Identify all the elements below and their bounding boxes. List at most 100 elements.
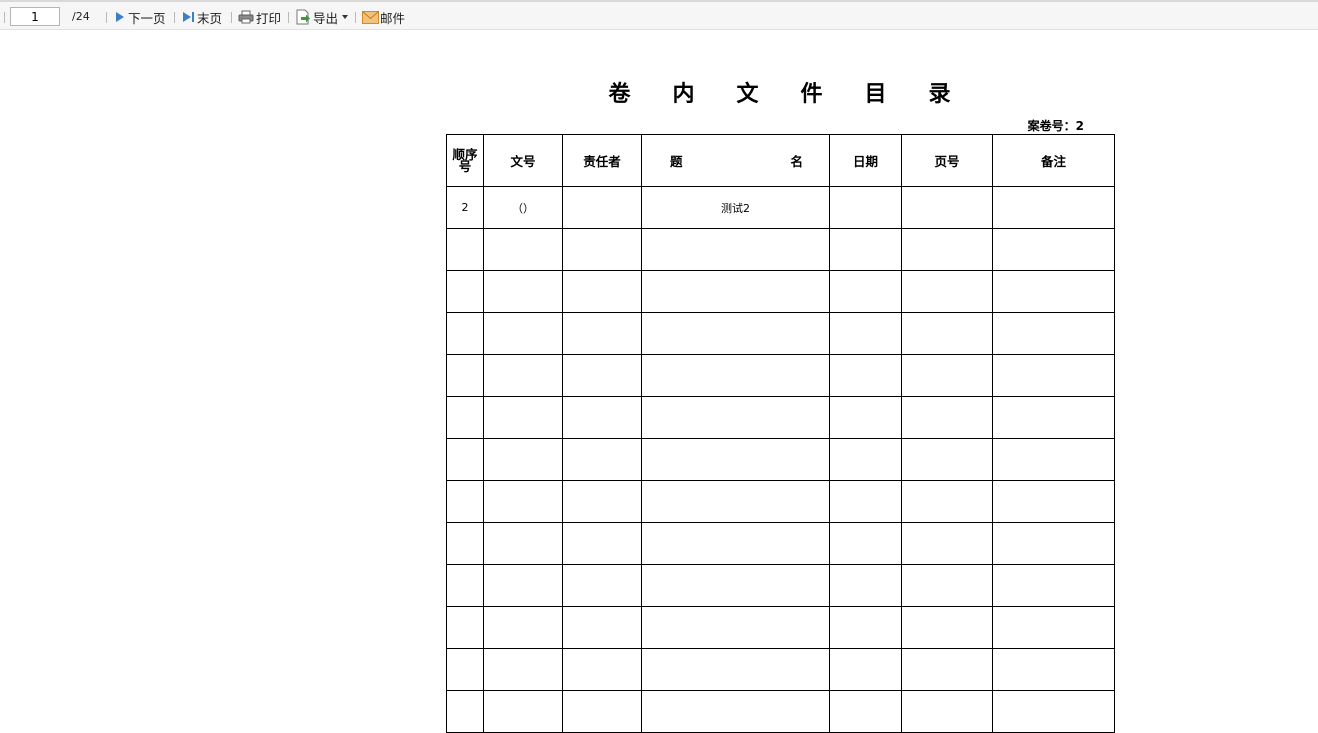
- toolbar-separator: [355, 12, 356, 23]
- cell-seq: [446, 522, 484, 565]
- cell-title: [641, 648, 830, 691]
- cell-responsible: [562, 438, 642, 481]
- last-page-label: 末页: [197, 10, 223, 26]
- toolbar-separator: [174, 12, 175, 23]
- cell-date: [829, 228, 902, 271]
- total-pages: /24: [72, 10, 90, 23]
- cell-page-no: [901, 480, 993, 523]
- cell-remarks: [992, 438, 1115, 481]
- cell-seq: [446, 480, 484, 523]
- cell-date: [829, 354, 902, 397]
- cell-seq: [446, 312, 484, 355]
- cell-responsible: [562, 270, 642, 313]
- cell-seq: 2: [446, 186, 484, 229]
- cell-date: [829, 396, 902, 439]
- table-row: [446, 522, 1115, 565]
- cell-remarks: [992, 480, 1115, 523]
- toolbar-separator: [288, 12, 289, 23]
- cell-title: [641, 312, 830, 355]
- next-page-button[interactable]: 下一页: [115, 8, 166, 26]
- cell-page-no: [901, 186, 993, 229]
- cell-page-no: [901, 648, 993, 691]
- cell-seq: [446, 690, 484, 733]
- cell-responsible: [562, 690, 642, 733]
- cell-responsible: [562, 522, 642, 565]
- cell-page-no: [901, 564, 993, 607]
- cell-doc-no: [483, 606, 563, 649]
- cell-page-no: [901, 438, 993, 481]
- cell-title: [641, 270, 830, 313]
- cell-date: [829, 186, 902, 229]
- cell-remarks: [992, 270, 1115, 313]
- table-row: [446, 648, 1115, 691]
- caret-down-icon[interactable]: [342, 15, 349, 19]
- mail-button[interactable]: 邮件: [362, 8, 405, 26]
- cell-date: [829, 606, 902, 649]
- cell-date: [829, 480, 902, 523]
- export-label: 导出: [313, 10, 339, 26]
- cell-doc-no: （）: [483, 186, 563, 229]
- table-row: [446, 354, 1115, 397]
- cell-page-no: [901, 312, 993, 355]
- mail-label: 邮件: [380, 10, 406, 26]
- cell-doc-no: [483, 312, 563, 355]
- cell-title: [641, 354, 830, 397]
- cell-seq: [446, 270, 484, 313]
- cell-doc-no: [483, 648, 563, 691]
- cell-title: 测试2: [641, 186, 830, 229]
- cell-responsible: [562, 354, 642, 397]
- print-button[interactable]: 打印: [238, 8, 281, 26]
- printer-icon: [238, 10, 254, 24]
- cell-seq: [446, 648, 484, 691]
- cell-doc-no: [483, 396, 563, 439]
- cell-remarks: [992, 228, 1115, 271]
- cell-page-no: [901, 396, 993, 439]
- page-number-input[interactable]: [10, 7, 60, 26]
- cell-remarks: [992, 312, 1115, 355]
- last-page-button[interactable]: 末页: [182, 8, 222, 26]
- toolbar-separator: [4, 12, 5, 23]
- cell-remarks: [992, 648, 1115, 691]
- cell-date: [829, 312, 902, 355]
- header-responsible: 责任者: [562, 134, 642, 187]
- cell-doc-no: [483, 690, 563, 733]
- cell-title: [641, 228, 830, 271]
- volume-number-label: 案卷号：: [1027, 119, 1076, 133]
- cell-date: [829, 648, 902, 691]
- export-button[interactable]: 导出: [295, 8, 349, 26]
- header-doc-no: 文号: [483, 134, 563, 187]
- cell-doc-no: [483, 228, 563, 271]
- volume-number: 案卷号：2: [1028, 117, 1084, 134]
- cell-responsible: [562, 228, 642, 271]
- cell-responsible: [562, 396, 642, 439]
- cell-doc-no: [483, 480, 563, 523]
- cell-remarks: [992, 522, 1115, 565]
- cell-remarks: [992, 186, 1115, 229]
- cell-doc-no: [483, 522, 563, 565]
- header-seq-line2: 号: [458, 158, 472, 174]
- envelope-icon: [362, 10, 379, 24]
- table-row: [446, 438, 1115, 481]
- table-row: [446, 312, 1115, 355]
- toolbar: /24 下一页 末页 打印 导出: [0, 0, 1318, 30]
- document-title: 卷内文件目录: [608, 81, 993, 107]
- cell-responsible: [562, 186, 642, 229]
- header-page-no: 页号: [901, 134, 993, 187]
- cell-date: [829, 690, 902, 733]
- cell-title: [641, 606, 830, 649]
- cell-title: [641, 522, 830, 565]
- cell-title: [641, 564, 830, 607]
- toolbar-separator: [106, 12, 107, 23]
- table-header-row: 顺序 号 文号 责任者 题 名 日期 页号 备注: [446, 134, 1115, 187]
- table-row: [446, 564, 1115, 607]
- cell-doc-no: [483, 270, 563, 313]
- header-date: 日期: [829, 134, 902, 187]
- cell-doc-no: [483, 438, 563, 481]
- skip-to-end-icon: [182, 11, 195, 23]
- header-remarks: 备注: [992, 134, 1115, 187]
- cell-doc-no: [483, 354, 563, 397]
- cell-seq: [446, 438, 484, 481]
- play-icon: [115, 11, 125, 23]
- cell-responsible: [562, 564, 642, 607]
- cell-title: [641, 480, 830, 523]
